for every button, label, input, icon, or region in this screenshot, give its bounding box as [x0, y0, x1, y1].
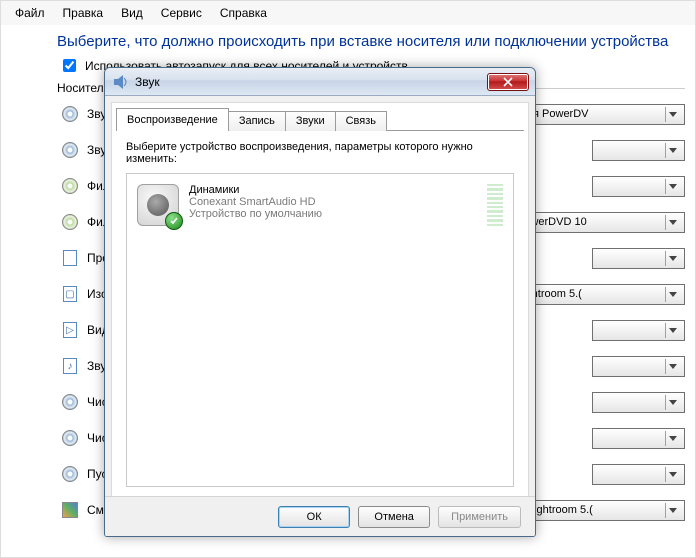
autoplay-combo[interactable]: PowerDVD 10 [510, 212, 685, 233]
program-icon [61, 249, 79, 267]
autoplay-combo[interactable]: ьзуя PowerDV [510, 104, 685, 125]
device-item[interactable]: Динамики Conexant SmartAudio HD Устройст… [133, 180, 507, 230]
dialog-footer: ОК Отмена Применить [105, 496, 535, 536]
audio-file-icon: ♪ [61, 357, 79, 375]
menu-help[interactable]: Справка [212, 4, 275, 22]
media-section-label: Носители [57, 81, 110, 95]
level-meter [487, 184, 503, 226]
autoplay-combo[interactable] [592, 176, 685, 197]
chevron-down-icon[interactable] [665, 431, 680, 446]
autoplay-combo[interactable] [592, 356, 685, 377]
autoplay-combo[interactable] [592, 320, 685, 341]
use-autorun-checkbox[interactable] [63, 59, 76, 72]
apply-button[interactable]: Применить [438, 506, 521, 528]
tab-hint: Выберите устройство воспроизведения, пар… [126, 141, 514, 165]
image-file-icon: ▢ [61, 285, 79, 303]
page-title: Выберите, что должно происходить при вст… [1, 25, 695, 54]
chevron-down-icon[interactable] [665, 503, 680, 518]
menu-bar: Файл Правка Вид Сервис Справка [1, 1, 695, 25]
cd-audio-icon [61, 105, 79, 123]
menu-edit[interactable]: Правка [55, 4, 112, 22]
menu-file[interactable]: Файл [7, 4, 53, 22]
chevron-down-icon[interactable] [665, 395, 680, 410]
default-check-icon [165, 212, 183, 230]
dvd-super-icon [61, 213, 79, 231]
autoplay-combo[interactable]: Lightroom 5.( [510, 284, 685, 305]
device-status: Устройство по умолчанию [189, 208, 322, 220]
menu-view[interactable]: Вид [113, 4, 151, 22]
sound-dialog: Звук Воспроизведение Запись Звуки Связь … [104, 67, 536, 537]
chevron-down-icon[interactable] [665, 179, 680, 194]
sound-icon [113, 74, 129, 90]
chevron-down-icon[interactable] [665, 251, 680, 266]
autoplay-combo[interactable] [592, 392, 685, 413]
autoplay-combo[interactable] [592, 428, 685, 449]
cd-audio-icon [61, 141, 79, 159]
chevron-down-icon[interactable] [665, 287, 680, 302]
tab-sounds[interactable]: Звуки [285, 111, 336, 131]
chevron-down-icon[interactable] [665, 107, 680, 122]
blank-dvd-icon [61, 429, 79, 447]
dvd-icon [61, 177, 79, 195]
device-list[interactable]: Динамики Conexant SmartAudio HD Устройст… [126, 173, 514, 487]
dialog-title: Звук [135, 75, 487, 89]
video-file-icon: ▷ [61, 321, 79, 339]
device-driver: Conexant SmartAudio HD [189, 196, 322, 208]
menu-tools[interactable]: Сервис [153, 4, 210, 22]
dialog-titlebar[interactable]: Звук [105, 68, 535, 96]
chevron-down-icon[interactable] [665, 359, 680, 374]
autoplay-combo[interactable] [592, 464, 685, 485]
device-name: Динамики [189, 184, 322, 196]
close-button[interactable] [487, 73, 529, 91]
tab-playback[interactable]: Воспроизведение [116, 108, 229, 131]
autoplay-combo[interactable] [592, 140, 685, 161]
chevron-down-icon[interactable] [665, 323, 680, 338]
cancel-button[interactable]: Отмена [358, 506, 430, 528]
chevron-down-icon[interactable] [665, 215, 680, 230]
blank-cd-icon [61, 393, 79, 411]
speaker-icon [137, 184, 179, 226]
chevron-down-icon[interactable] [665, 467, 680, 482]
tab-recording[interactable]: Запись [228, 111, 286, 131]
blank-bd-icon [61, 465, 79, 483]
tab-communications[interactable]: Связь [335, 111, 387, 131]
autoplay-combo[interactable] [592, 248, 685, 269]
ok-button[interactable]: ОК [278, 506, 350, 528]
mixed-icon [61, 501, 79, 519]
tab-bar: Воспроизведение Запись Звуки Связь [112, 103, 528, 130]
chevron-down-icon[interactable] [665, 143, 680, 158]
